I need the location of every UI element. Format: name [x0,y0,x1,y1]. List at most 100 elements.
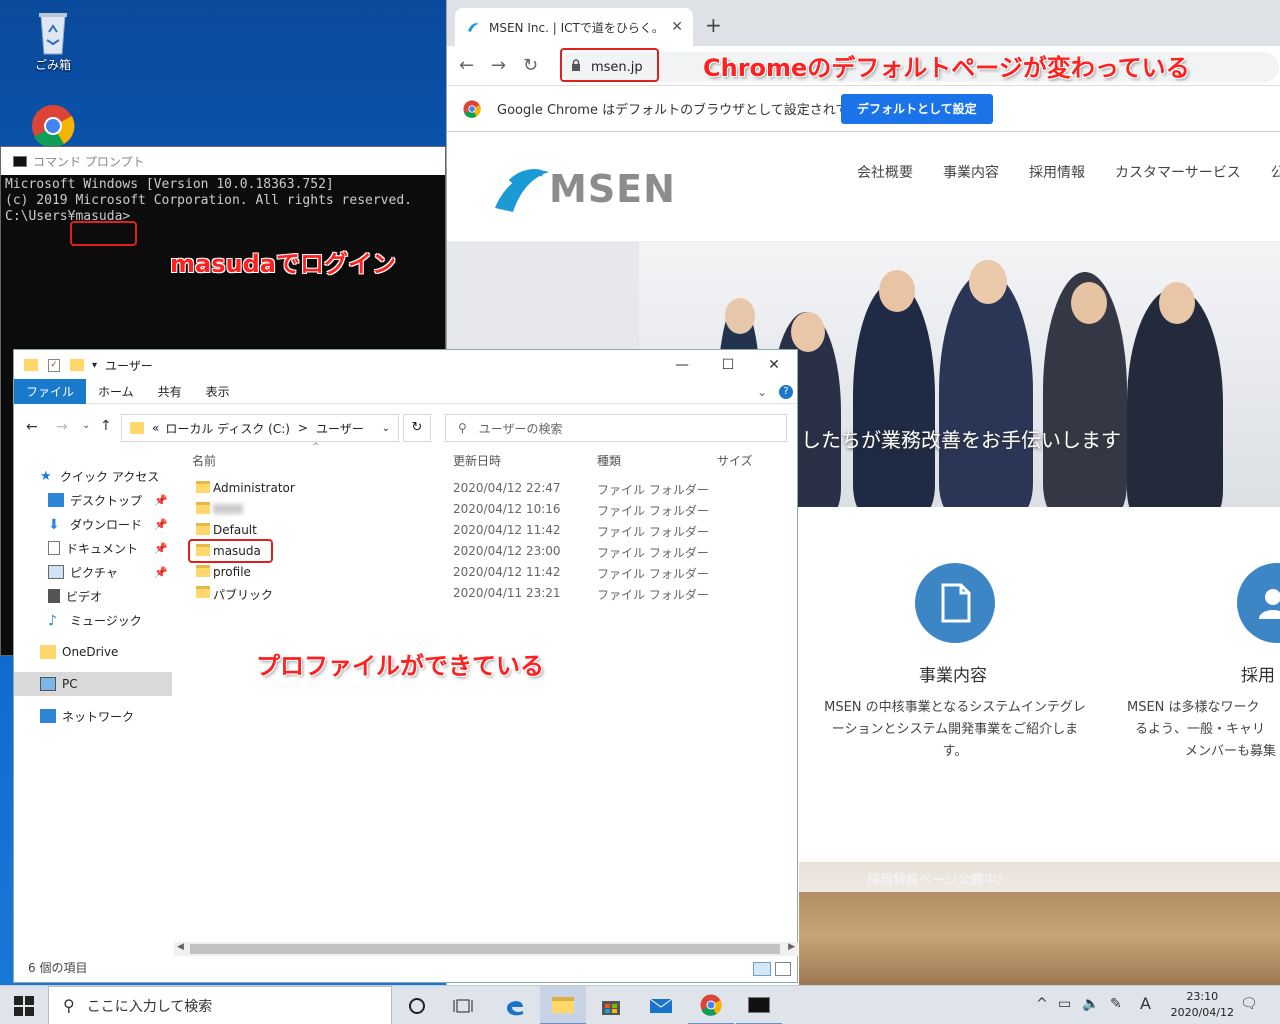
reload-icon[interactable]: ↻ [523,55,538,76]
taskbar-search-input[interactable]: ⚲ ここに入力して検索 [48,986,392,1024]
recruit-service-icon[interactable] [1237,563,1280,643]
pin-icon[interactable]: 📌 [154,542,168,555]
notification-icon[interactable]: 🗨 [1240,996,1258,1012]
business-service-icon[interactable] [915,563,995,643]
forward-icon[interactable]: → [56,419,68,435]
details-view-icon[interactable] [753,962,771,976]
maximize-button[interactable]: ☐ [705,350,751,380]
nav-network[interactable]: ネットワーク [14,704,172,728]
new-folder-icon[interactable] [70,359,84,371]
recruit-service-title[interactable]: 採用 [1241,661,1275,686]
col-type[interactable]: 種類 [597,452,621,469]
site-nav-more[interactable]: 公 [1271,162,1280,182]
ribbon-expand-icon[interactable]: ⌄ [745,381,779,403]
close-button[interactable]: ✕ [751,350,797,380]
nav-documents[interactable]: ドキュメント 📌 [14,536,172,560]
folder-icon [196,586,210,598]
nav-desktop[interactable]: デスクトップ 📌 [14,488,172,512]
col-size[interactable]: サイズ [717,452,753,469]
properties-icon[interactable]: ✓ [48,358,60,372]
cmd-console[interactable]: Microsoft Windows [Version 10.0.18363.75… [1,175,445,227]
document-icon [48,541,60,555]
pin-icon[interactable]: 📌 [154,494,168,507]
site-nav-business[interactable]: 事業内容 [943,162,999,182]
horizontal-scrollbar[interactable]: ◀ ▶ [174,942,798,956]
address-dropdown-icon[interactable]: ⌄ [382,423,390,434]
edge-icon[interactable] [492,986,538,1024]
msen-logo[interactable]: MSEN [491,162,676,216]
windows-start-icon[interactable] [14,996,34,1016]
new-tab-icon[interactable]: + [705,13,722,37]
scroll-thumb[interactable] [190,944,780,954]
table-row[interactable]: profile 2020/04/12 11:42 ファイル フォルダー [186,562,796,583]
nav-downloads[interactable]: ⬇ ダウンロード 📌 [14,512,172,536]
msen-favicon-icon [468,23,478,32]
folder-icon [196,481,210,493]
col-name[interactable]: 名前 [192,452,216,469]
chrome-tab[interactable]: MSEN Inc. | ICTで道をひらく。 ✕ [455,8,693,46]
explorer-address-bar[interactable]: « ローカル ディスク (C:) > ユーザー ⌄ [121,414,399,442]
network-status-icon[interactable]: ▭ [1058,996,1071,1012]
table-row[interactable]: masuda 2020/04/12 23:00 ファイル フォルダー [186,541,796,562]
pen-icon[interactable]: ✎ [1110,996,1122,1012]
back-icon[interactable]: ← [26,419,38,435]
chrome-tab-title: MSEN Inc. | ICTで道をひらく。 [489,20,664,35]
help-icon[interactable]: ? [779,384,793,399]
nav-pc[interactable]: PC [14,672,172,696]
chrome-small-icon [463,99,481,118]
pin-icon[interactable]: 📌 [154,518,168,531]
up-icon[interactable]: ↑ [100,418,112,434]
cmd-taskbar-icon[interactable] [736,986,782,1024]
forward-icon[interactable]: → [491,55,506,76]
scroll-left-icon[interactable]: ◀ [177,942,184,952]
task-view-icon[interactable] [440,986,486,1024]
breadcrumb-local-disk[interactable]: ローカル ディスク (C:) [165,420,290,437]
picture-icon [48,565,64,579]
mail-icon[interactable] [638,986,684,1024]
back-icon[interactable]: ← [459,55,474,76]
site-nav-customer[interactable]: カスタマーサービス [1115,162,1241,182]
large-icons-view-icon[interactable] [775,962,791,976]
refresh-button[interactable]: ↻ [403,414,431,442]
minimize-button[interactable]: — [659,350,705,380]
ribbon-tab-file[interactable]: ファイル [14,379,87,404]
nav-quick-access[interactable]: ★ クイック アクセス [14,464,172,488]
pin-icon[interactable]: 📌 [154,566,168,579]
site-nav-recruit[interactable]: 採用情報 [1029,162,1085,182]
breadcrumb-users[interactable]: ユーザー [316,420,364,437]
chrome-desktop-shortcut[interactable] [18,104,88,152]
volume-icon[interactable]: 🔈 [1082,996,1099,1012]
quick-access-dropdown-icon[interactable]: ▾ [92,360,97,371]
recent-locations-icon[interactable]: ⌄ [82,420,90,431]
business-service-title[interactable]: 事業内容 [919,661,987,686]
ribbon-tab-home[interactable]: ホーム [86,379,146,404]
table-row[interactable]: 2020/04/12 10:16 ファイル フォルダー [186,499,796,520]
ribbon-tab-share[interactable]: 共有 [146,379,194,404]
chrome-taskbar-icon[interactable] [688,986,734,1024]
set-default-button[interactable]: デフォルトとして設定 [841,94,993,124]
scroll-right-icon[interactable]: ▶ [788,942,795,952]
recruit-banner[interactable]: 採用特設ページ公開中！ [799,862,1280,985]
table-row[interactable]: Default 2020/04/12 11:42 ファイル フォルダー [186,520,796,541]
explorer-search-input[interactable]: ⚲ ユーザーの検索 [445,414,787,442]
clock[interactable]: 23:10 2020/04/12 [1171,989,1234,1021]
nav-music[interactable]: ♪ ミュージック [14,608,172,632]
nav-pictures[interactable]: ピクチャ 📌 [14,560,172,584]
col-modified[interactable]: 更新日時 [453,452,501,469]
site-nav-company[interactable]: 会社概要 [857,162,913,182]
recycle-bin-label: ごみ箱 [34,58,71,72]
nav-videos[interactable]: ビデオ [14,584,172,608]
store-icon[interactable] [588,986,634,1024]
table-row[interactable]: パブリック 2020/04/11 23:21 ファイル フォルダー [186,583,796,604]
tray-chevron-icon[interactable]: ^ [1036,996,1048,1012]
ime-indicator[interactable]: A [1140,994,1151,1013]
cmd-title: コマンド プロンプト [33,154,145,169]
nav-onedrive[interactable]: OneDrive [14,640,172,664]
file-list: 名前 ^ 更新日時 種類 サイズ Administrator 2020/04/12… [186,442,796,604]
cortana-icon[interactable] [394,986,440,1024]
tab-close-icon[interactable]: ✕ [671,19,683,35]
table-row[interactable]: Administrator 2020/04/12 22:47 ファイル フォルダー [186,478,796,499]
recycle-bin[interactable]: ごみ箱 [18,8,88,73]
ribbon-tab-view[interactable]: 表示 [194,379,242,404]
file-explorer-taskbar-icon[interactable] [540,986,586,1024]
